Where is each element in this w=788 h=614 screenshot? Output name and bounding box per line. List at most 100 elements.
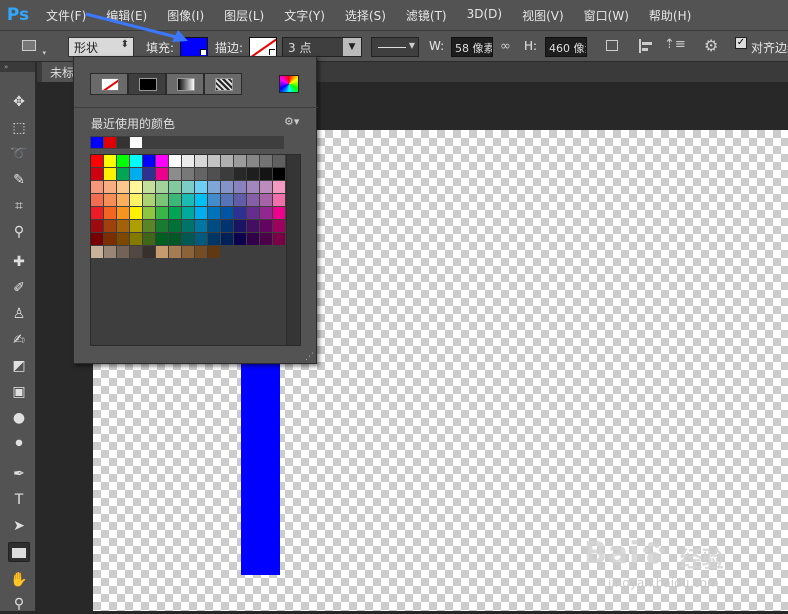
dodge-tool-icon[interactable]: ⚫ xyxy=(8,434,30,454)
color-swatch[interactable] xyxy=(247,220,259,232)
resize-grip-icon[interactable]: ⋰ xyxy=(305,352,314,362)
color-swatch[interactable] xyxy=(130,246,142,258)
color-swatch[interactable] xyxy=(195,168,207,180)
color-swatch[interactable] xyxy=(195,181,207,193)
color-swatch[interactable] xyxy=(104,220,116,232)
color-swatch[interactable] xyxy=(182,246,194,258)
color-swatch[interactable] xyxy=(182,194,194,206)
healing-brush-tool-icon[interactable]: ✚ xyxy=(8,252,30,272)
width-input[interactable]: 58 像素 xyxy=(451,37,493,57)
color-swatch[interactable] xyxy=(182,207,194,219)
color-swatch[interactable] xyxy=(91,207,103,219)
color-swatch[interactable] xyxy=(169,181,181,193)
move-tool-icon[interactable]: ✥ xyxy=(8,92,30,112)
color-swatch[interactable] xyxy=(195,246,207,258)
color-swatch[interactable] xyxy=(143,246,155,258)
color-swatch[interactable] xyxy=(247,207,259,219)
color-swatch[interactable] xyxy=(234,155,246,167)
color-swatch[interactable] xyxy=(104,233,116,245)
color-swatch[interactable] xyxy=(91,246,103,258)
solid-color-button[interactable] xyxy=(128,73,166,95)
color-swatch[interactable] xyxy=(104,168,116,180)
history-brush-tool-icon[interactable]: ✍ xyxy=(8,330,30,350)
brush-tool-icon[interactable]: ✐ xyxy=(8,278,30,298)
color-swatch[interactable] xyxy=(117,207,129,219)
color-swatch[interactable] xyxy=(234,168,246,180)
color-swatch[interactable] xyxy=(260,207,272,219)
color-swatch[interactable] xyxy=(182,155,194,167)
color-swatch[interactable] xyxy=(143,181,155,193)
color-swatch[interactable] xyxy=(273,233,285,245)
color-swatch[interactable] xyxy=(91,155,103,167)
color-swatch[interactable] xyxy=(156,207,168,219)
color-swatch[interactable] xyxy=(169,220,181,232)
color-swatch[interactable] xyxy=(169,207,181,219)
color-swatch[interactable] xyxy=(91,194,103,206)
color-swatch[interactable] xyxy=(169,155,181,167)
color-swatch[interactable] xyxy=(117,246,129,258)
color-swatch[interactable] xyxy=(117,155,129,167)
crop-tool-icon[interactable]: ⌗ xyxy=(8,196,30,216)
color-swatch[interactable] xyxy=(234,181,246,193)
hand-tool-icon[interactable]: ✋ xyxy=(8,570,30,590)
color-swatch[interactable] xyxy=(143,168,155,180)
color-swatch[interactable] xyxy=(117,220,129,232)
height-input[interactable]: 460 像素 xyxy=(545,37,587,57)
color-swatch[interactable] xyxy=(91,220,103,232)
rectangle-tool-icon[interactable] xyxy=(8,542,30,562)
color-swatch[interactable] xyxy=(182,220,194,232)
color-swatch[interactable] xyxy=(247,194,259,206)
color-swatch[interactable] xyxy=(195,194,207,206)
recent-color-swatch[interactable] xyxy=(104,137,116,148)
color-swatch[interactable] xyxy=(143,155,155,167)
color-swatch[interactable] xyxy=(221,207,233,219)
color-swatch[interactable] xyxy=(130,207,142,219)
color-swatch[interactable] xyxy=(208,220,220,232)
menu-help[interactable]: 帮助(H) xyxy=(639,7,701,24)
color-swatch[interactable] xyxy=(273,155,285,167)
color-swatch[interactable] xyxy=(221,194,233,206)
color-swatch[interactable] xyxy=(221,220,233,232)
color-swatch[interactable] xyxy=(247,181,259,193)
color-swatch[interactable] xyxy=(247,168,259,180)
color-swatch[interactable] xyxy=(182,181,194,193)
gradient-tool-icon[interactable]: ▣ xyxy=(8,382,30,402)
color-swatch[interactable] xyxy=(156,233,168,245)
color-swatch[interactable] xyxy=(273,168,285,180)
recent-color-swatch[interactable] xyxy=(117,137,129,148)
color-swatch[interactable] xyxy=(273,181,285,193)
pen-tool-icon[interactable]: ✒ xyxy=(8,464,30,484)
color-swatch[interactable] xyxy=(156,168,168,180)
color-swatch[interactable] xyxy=(260,155,272,167)
blue-rectangle-shape[interactable] xyxy=(241,362,280,575)
color-swatch[interactable] xyxy=(273,220,285,232)
menu-layer[interactable]: 图层(L) xyxy=(214,7,274,24)
color-swatch[interactable] xyxy=(91,233,103,245)
color-swatch[interactable] xyxy=(221,168,233,180)
path-alignment-icon[interactable] xyxy=(636,37,656,57)
color-swatch[interactable] xyxy=(195,220,207,232)
color-swatch[interactable] xyxy=(104,181,116,193)
path-arrangement-icon[interactable]: ⇡≡ xyxy=(664,37,686,57)
color-swatch[interactable] xyxy=(234,233,246,245)
color-swatch[interactable] xyxy=(221,181,233,193)
tools-panel-collapse[interactable]: » xyxy=(0,62,35,72)
menu-view[interactable]: 视图(V) xyxy=(512,7,574,24)
color-swatch[interactable] xyxy=(195,233,207,245)
color-swatch[interactable] xyxy=(156,220,168,232)
color-swatch[interactable] xyxy=(195,207,207,219)
color-swatch[interactable] xyxy=(130,168,142,180)
color-swatch[interactable] xyxy=(117,233,129,245)
color-swatch[interactable] xyxy=(130,220,142,232)
color-swatch[interactable] xyxy=(91,181,103,193)
color-swatch[interactable] xyxy=(208,155,220,167)
color-swatch[interactable] xyxy=(208,181,220,193)
stroke-type-select[interactable]: ▼ xyxy=(371,37,419,57)
color-swatch[interactable] xyxy=(143,207,155,219)
color-swatch[interactable] xyxy=(143,220,155,232)
type-tool-icon[interactable]: T xyxy=(8,490,30,510)
color-swatch[interactable] xyxy=(143,194,155,206)
path-operations-icon[interactable] xyxy=(604,37,624,57)
eraser-tool-icon[interactable]: ◩ xyxy=(8,356,30,376)
stroke-width-input[interactable]: 3 点 ▼ xyxy=(282,37,362,57)
